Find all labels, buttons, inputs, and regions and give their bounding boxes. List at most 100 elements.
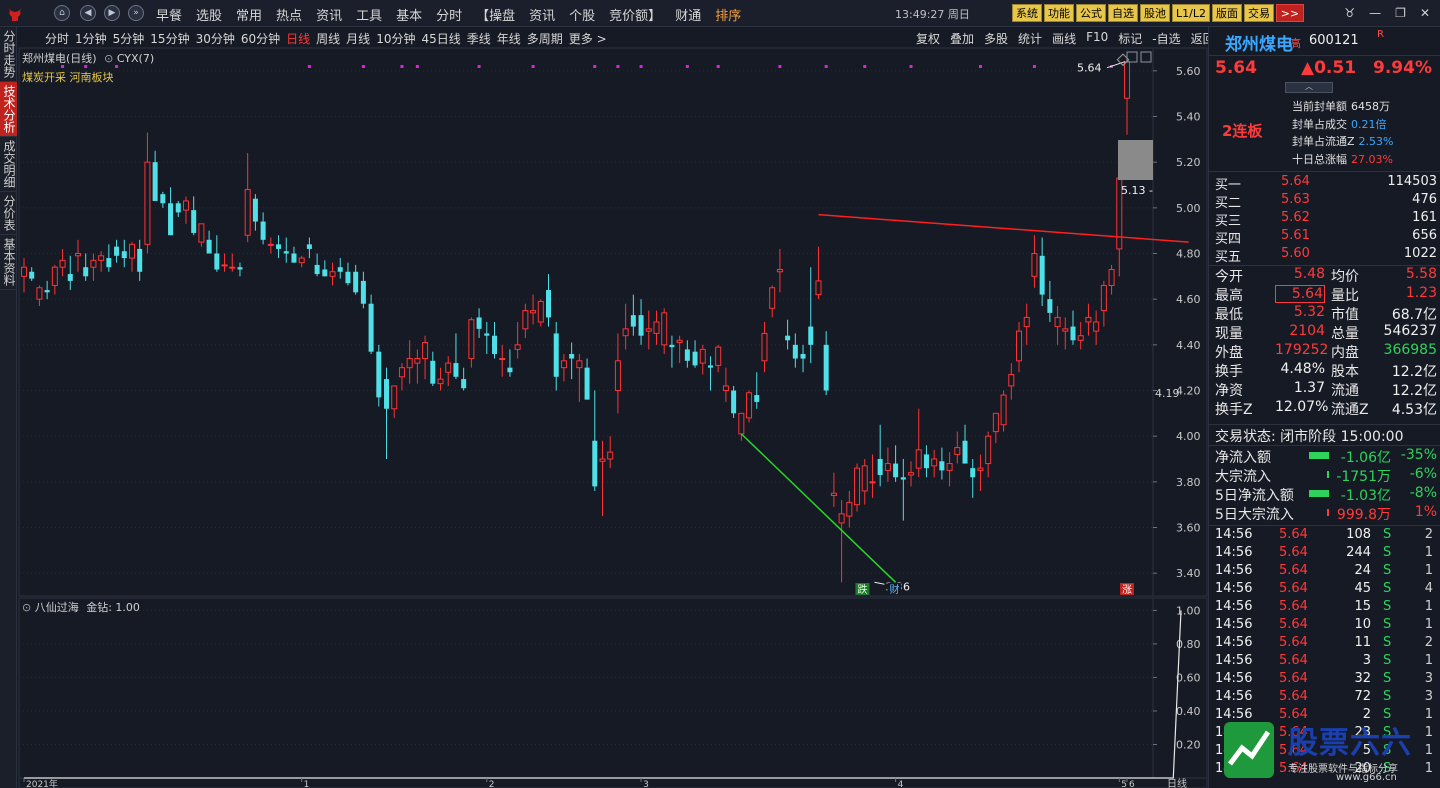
candle-body [1023,316,1030,328]
minimize-icon[interactable]: — [1369,6,1381,20]
signal-dot [639,65,643,68]
stat-value: 1.23 [1405,285,1437,301]
kline-chart[interactable]: 5.60 5.40 5.20 5.00 4.80 4.60 4.40 4.20 4.00 3.80… [0,0,1208,788]
candle-body [630,315,636,327]
collapse-button[interactable]: ︿ [1285,82,1333,93]
flow-label: 净流入额 [1215,450,1271,466]
quote-panel: 郑州煤电 高 600121 R 5.64 ▲0.51 9.94% ︿ 2连板 当… [1208,27,1440,788]
candle-body [622,328,629,337]
candle-body [992,412,999,433]
stat-value: 4.53亿 [1391,402,1437,418]
tick-side: S [1383,563,1392,578]
stat-label: 现量 [1215,326,1243,342]
candle-body [676,339,683,344]
stat-label: 总量 [1331,326,1359,342]
order-qty: 1022 [1403,246,1437,261]
candle-body [398,367,405,378]
tick-side: S [1383,653,1392,668]
candle-body [391,385,398,410]
price-row: 5.64 ▲0.51 9.94% [1213,58,1439,80]
flow-value: -1.03亿 [1340,488,1391,504]
order-row[interactable]: 买二 5.63 476 [1215,192,1437,211]
candle-body [90,259,97,268]
stat-label: 量比 [1331,288,1359,304]
stats-row: 净资 1.37 流通 12.2亿 [1215,380,1437,399]
price-tick-label: 5.60 [1176,65,1201,78]
more-toolbar-button[interactable]: >> [1275,4,1304,22]
toolbar-button[interactable]: 版面 [1211,4,1242,22]
tick-price: 5.64 [1279,617,1308,632]
candle-body [59,259,66,268]
order-price: 5.63 [1281,192,1310,207]
candle-body [584,367,590,400]
x-tick-label: 3 [643,780,649,788]
price-range-box [1118,140,1153,180]
candle-body [137,248,143,272]
order-row[interactable]: 买一 5.64 114503 [1215,174,1437,193]
block-tags[interactable]: 煤炭开采 河南板块 [22,69,114,85]
tick-price: 5.64 [1279,671,1308,686]
candle-body [970,468,976,478]
tick-row: 14:56 5.64 72 S 3 [1215,689,1437,707]
candle-body [607,451,614,460]
flow-row: 大宗流入 -1751万 -6% [1215,466,1437,485]
price-tick-label: 4.00 [1176,430,1201,443]
seal-label: 封单占流通Z [1292,135,1355,148]
tick-price: 5.64 [1279,689,1308,704]
stat-label: 流通Z [1331,402,1369,418]
order-row[interactable]: 买四 5.61 656 [1215,228,1437,247]
order-row[interactable]: 买五 5.60 1022 [1215,246,1437,265]
stat-label: 外盘 [1215,345,1243,361]
stock-name[interactable]: 郑州煤电 [1225,30,1293,55]
tick-row: 14:56 5.64 3 S 1 [1215,653,1437,671]
candle-body [854,467,861,506]
candle-body [769,287,776,309]
tick-row: 14:56 5.64 10 S 1 [1215,617,1437,635]
divider [1209,525,1440,526]
tag-die[interactable]: 跌 [857,583,867,596]
tick-time: 14:56 [1215,563,1253,578]
candle-body [260,221,266,240]
candle-body [1008,374,1015,387]
candle-body [1000,394,1007,426]
toolbar-button[interactable]: 交易 [1243,4,1274,22]
sub-chart-title[interactable]: 八仙过海 [35,601,79,614]
candle-body [900,477,906,480]
flow-bar [1309,452,1329,459]
candle-body [175,203,181,213]
order-price: 5.61 [1281,228,1310,243]
order-price: 5.64 [1281,174,1310,189]
flow-row: 5日大宗流入 999.8万 1% [1215,504,1437,523]
chart-header: 郑州煤电(日线) ⊙ CYX(7) [22,50,154,66]
tick-count: 2 [1424,527,1433,542]
maximize-icon[interactable]: ❐ [1395,6,1406,20]
flow-bar [1309,490,1329,497]
candle-body [661,312,668,346]
candle-body [1062,328,1069,332]
indicator-name[interactable]: CYX(7) [117,52,154,65]
order-row[interactable]: 买三 5.62 161 [1215,210,1437,229]
indicator-toggle-icon[interactable]: ⊙ [104,52,113,65]
candle-body [599,458,606,462]
candle-body [838,513,845,524]
sub-tick-label: 0.60 [1176,671,1201,684]
signal-dot [307,65,311,68]
sub-toggle-icon[interactable]: ⊙ [22,601,31,614]
signal-dot [824,65,828,68]
candle-body [946,463,953,471]
stats-row: 今开 5.48 均价 5.58 [1215,266,1437,285]
price-tick-label: 4.80 [1176,248,1201,261]
tag-zhang[interactable]: 涨 [1122,584,1132,596]
candle-body [731,390,737,414]
sub-chart-frame [18,597,1154,779]
signal-dot [778,65,782,68]
close-icon[interactable]: ✕ [1420,6,1430,20]
candle-body [152,162,158,201]
candle-body [74,253,81,257]
candle-body [329,271,336,277]
bull-small-icon[interactable]: ♉ [1344,6,1355,20]
candle-body [877,459,883,475]
tick-time: 14:56 [1215,617,1253,632]
tag-cai[interactable]: 财 [889,583,899,596]
candle-body [244,189,251,236]
